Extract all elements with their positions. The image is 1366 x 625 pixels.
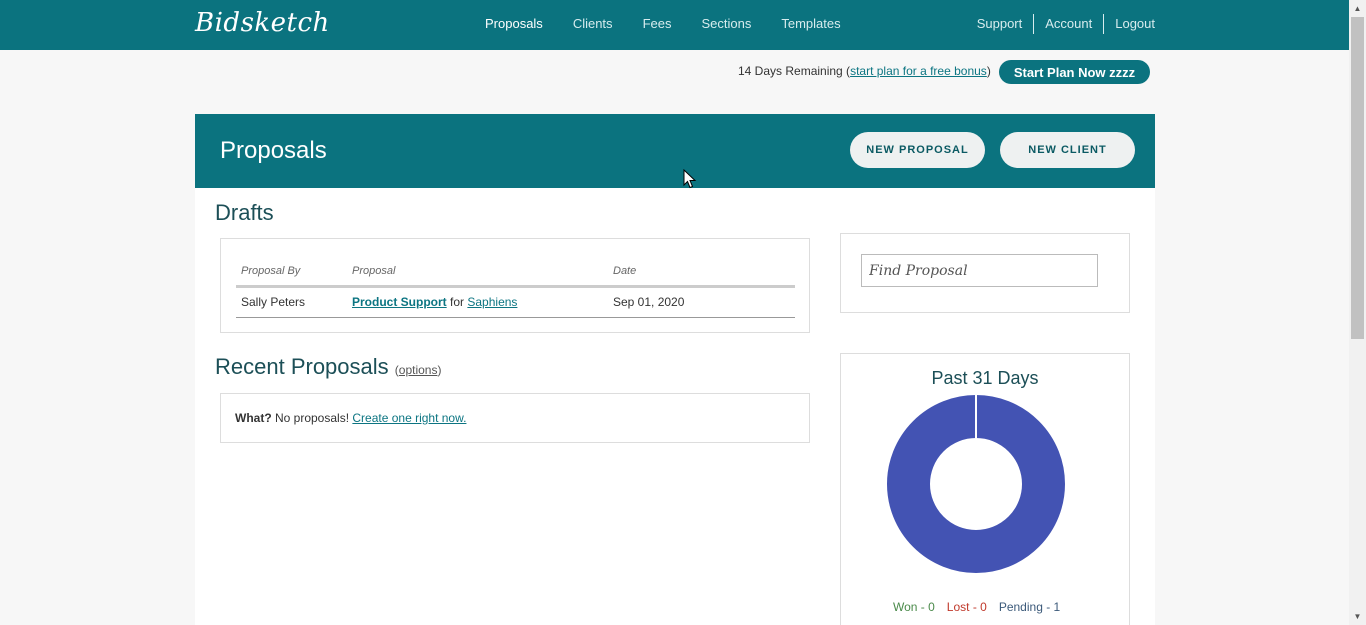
find-proposal-box xyxy=(840,233,1130,313)
drafts-table: Proposal By Proposal Date Sally Peters P… xyxy=(236,258,795,318)
nav-templates[interactable]: Templates xyxy=(766,0,855,50)
proposal-link[interactable]: Product Support xyxy=(352,295,447,309)
options-link[interactable]: options xyxy=(399,363,438,377)
start-plan-bonus-link[interactable]: start plan for a free bonus xyxy=(850,64,987,78)
legend-won: Won - 0 xyxy=(893,600,935,614)
bidsketch-logo[interactable]: Bidsketch xyxy=(195,8,330,38)
page-title: Proposals xyxy=(220,137,327,164)
nav-proposals[interactable]: Proposals xyxy=(470,0,558,50)
cell-proposal: Product Support for Saphiens xyxy=(347,286,608,318)
new-client-button[interactable]: NEW CLIENT xyxy=(1000,132,1135,168)
table-row: Sally Peters Product Support for Saphien… xyxy=(236,286,795,318)
stats-box: Past 31 Days Won - 0 Lost - 0 Pending - … xyxy=(840,353,1130,625)
what-label: What? xyxy=(235,411,272,425)
main-nav: Proposals Clients Fees Sections Template… xyxy=(470,0,856,50)
scroll-up-arrow-icon[interactable]: ▲ xyxy=(1349,0,1366,17)
start-plan-button[interactable]: Start Plan Now zzzz xyxy=(999,60,1150,84)
recent-proposals-box: What? No proposals! Create one right now… xyxy=(220,393,810,443)
legend-pending: Pending - 1 xyxy=(998,600,1061,614)
nav-support[interactable]: Support xyxy=(966,14,1034,34)
recent-proposals-heading: Recent Proposals (options) xyxy=(215,354,441,380)
nav-sections[interactable]: Sections xyxy=(686,0,766,50)
empty-message: What? No proposals! Create one right now… xyxy=(235,411,466,425)
column-date: Date xyxy=(608,258,795,288)
trial-remaining: 14 Days Remaining ( xyxy=(738,64,851,78)
panel-header: Proposals NEW PROPOSAL NEW CLIENT xyxy=(195,114,1155,188)
proposals-panel: Proposals NEW PROPOSAL NEW CLIENT Drafts… xyxy=(195,114,1155,625)
trial-notice: 14 Days Remaining (start plan for a free… xyxy=(738,64,991,78)
column-proposal: Proposal xyxy=(347,258,608,288)
create-proposal-link[interactable]: Create one right now. xyxy=(352,411,466,425)
find-proposal-input[interactable] xyxy=(861,254,1098,287)
stats-title: Past 31 Days xyxy=(931,368,1039,388)
client-link[interactable]: Saphiens xyxy=(467,295,517,309)
user-nav: Support Account Logout xyxy=(966,14,1155,34)
mouse-cursor-icon xyxy=(683,169,697,189)
chart-legend: Won - 0 Lost - 0 Pending - 1 xyxy=(893,600,1060,614)
top-navbar: Bidsketch Proposals Clients Fees Section… xyxy=(0,0,1349,50)
options-close-paren: ) xyxy=(437,363,442,377)
nav-account[interactable]: Account xyxy=(1033,14,1103,34)
recent-title-text: Recent Proposals xyxy=(215,354,389,379)
nav-fees[interactable]: Fees xyxy=(628,0,687,50)
for-label: for xyxy=(450,295,465,309)
scroll-thumb[interactable] xyxy=(1351,17,1364,339)
options-group: (options) xyxy=(395,363,442,377)
nav-logout[interactable]: Logout xyxy=(1103,14,1155,34)
cell-proposal-by: Sally Peters xyxy=(236,286,347,318)
drafts-table-box: Proposal By Proposal Date Sally Peters P… xyxy=(220,238,810,333)
status-donut-chart xyxy=(887,394,1065,573)
cell-date: Sep 01, 2020 xyxy=(608,286,795,318)
no-proposals-text: No proposals! xyxy=(271,411,353,425)
drafts-heading: Drafts xyxy=(215,200,274,225)
nav-clients[interactable]: Clients xyxy=(558,0,628,50)
legend-lost: Lost - 0 xyxy=(946,600,987,614)
vertical-scrollbar[interactable]: ▲ ▼ xyxy=(1349,0,1366,625)
column-proposal-by: Proposal By xyxy=(236,258,347,288)
scroll-down-arrow-icon[interactable]: ▼ xyxy=(1349,608,1366,625)
new-proposal-button[interactable]: NEW PROPOSAL xyxy=(850,132,985,168)
trial-close-paren: ) xyxy=(986,64,991,78)
